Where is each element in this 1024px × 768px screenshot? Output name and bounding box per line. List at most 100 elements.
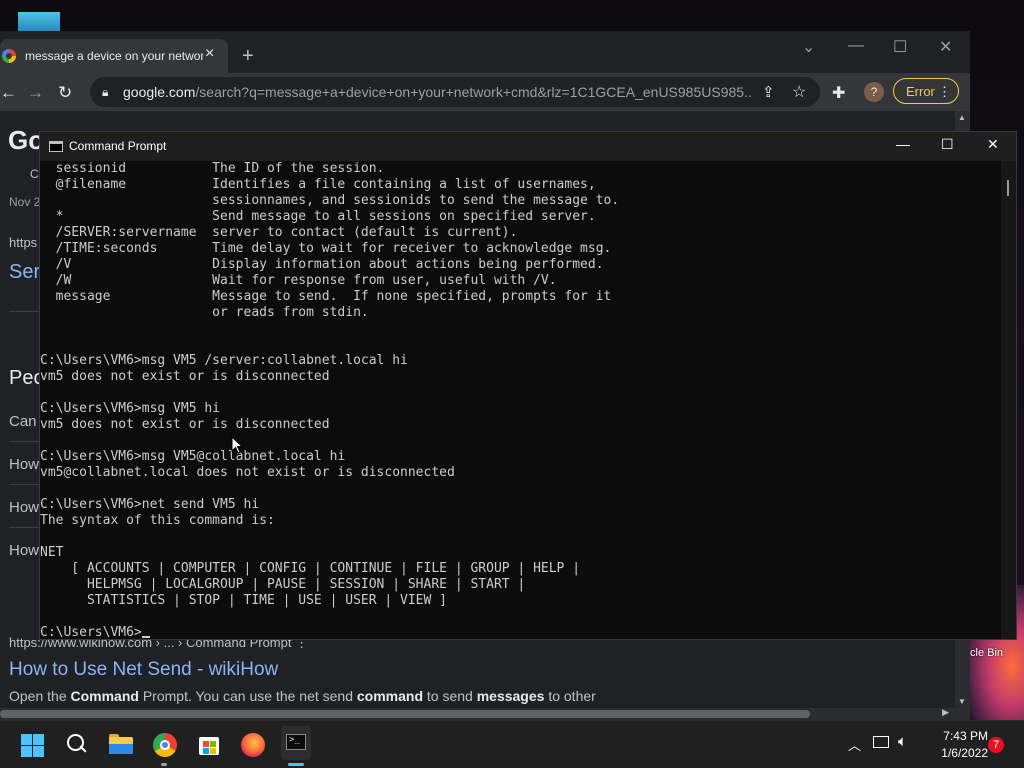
cmd-line: vm5@collabnet.local does not exist or is… [40,465,455,480]
question-item[interactable]: How [9,499,39,516]
cmd-line: @filename Identifies a file containing a… [40,177,596,192]
network-icon[interactable] [873,736,889,748]
question-item[interactable]: How [9,542,39,559]
cmd-console-output[interactable]: sessionid The ID of the session. @filena… [40,161,1002,639]
cmd-line [40,481,1002,497]
divider [9,527,39,528]
chrome-icon[interactable] [150,730,180,760]
result-title-fragment[interactable]: Ser [9,261,40,284]
cmd-line: HELPMSG | LOCALGROUP | PAUSE | SESSION |… [40,577,526,592]
mouse-pointer-icon [231,436,243,454]
cmd-minimize-button[interactable]: — [896,136,910,152]
share-icon[interactable]: ⇪ [762,83,775,101]
error-button[interactable]: Error ⋮ [893,78,959,104]
clock-date[interactable]: 1/6/2022 [928,746,988,760]
cmd-scrollbar-thumb[interactable] [1007,180,1009,196]
active-indicator [288,763,304,766]
cmd-line: /SERVER:servername server to contact (de… [40,225,518,240]
search-icon[interactable] [62,730,92,760]
close-button[interactable]: ✕ [939,37,952,57]
cmd-line: vm5 does not exist or is disconnected [40,369,330,384]
profile-avatar[interactable]: ? [864,82,884,102]
cmd-line: * Send message to all sessions on specif… [40,209,596,224]
divider [9,484,39,485]
cmd-line: /TIME:seconds Time delay to wait for rec… [40,241,612,256]
volume-icon[interactable]: 🔈︎ [898,733,907,750]
text-caret [141,636,150,638]
cmd-line [40,609,1002,625]
cmd-close-button[interactable]: ✕ [987,136,999,153]
result-fragment: C [30,167,39,181]
running-indicator [161,763,167,766]
bookmark-star-icon[interactable]: ☆ [792,82,806,102]
file-explorer-icon[interactable] [106,730,136,760]
cmd-line: or reads from stdin. [40,305,369,320]
cmd-scrollbar[interactable] [1001,161,1016,639]
divider [9,311,39,312]
command-prompt-taskbar-icon[interactable] [281,726,311,760]
cmd-line: [ ACCOUNTS | COMPUTER | CONFIG | CONTINU… [40,561,581,576]
cmd-line: The syntax of this command is: [40,513,275,528]
cmd-line: NET [40,545,64,560]
cmd-line: message Message to send. If none specifi… [40,289,612,304]
browser-toolbar: ← → ↻ 🔒︎ google.com/search?q=message+a+d… [0,73,970,111]
forward-arrow-icon[interactable]: → [27,83,44,103]
show-hidden-icons-chevron-icon[interactable]: ︿ [848,735,861,754]
cmd-app-icon [49,141,63,152]
cmd-titlebar[interactable]: Command Prompt — ☐ ✕ [40,132,1016,161]
tab-strip: message a device on your network × + ⌄ —… [0,31,970,73]
url-text[interactable]: google.com/search?q=message+a+device+on+… [123,84,753,100]
horizontal-scrollbar[interactable]: ▶ [0,707,955,720]
menu-dots-icon[interactable]: ⋮ [938,79,951,105]
browser-tab[interactable]: message a device on your network × [0,39,228,73]
cmd-line: C:\Users\VM6>net send VM5 hi [40,497,260,512]
tab-close-icon[interactable]: × [205,45,214,63]
back-arrow-icon[interactable]: ← [0,83,17,103]
microsoft-store-icon[interactable] [194,730,224,760]
cmd-line [40,529,1002,545]
question-item[interactable]: Can [9,413,37,430]
cmd-line: STATISTICS | STOP | TIME | USE | USER | … [40,593,447,608]
tab-search-icon[interactable]: ⌄ [802,37,815,57]
cmd-line: C:\Users\VM6>msg VM5 hi [40,401,221,416]
cmd-text: sessionid The ID of the session. @filena… [40,161,1002,639]
extensions-puzzle-icon[interactable]: ✚ [832,83,845,103]
scroll-down-arrow-icon[interactable]: ▼ [958,697,966,706]
result-date: Nov 2 [9,195,41,209]
lock-icon[interactable]: 🔒︎ [102,85,108,100]
scroll-up-arrow-icon[interactable]: ▲ [958,113,966,122]
cmd-maximize-button[interactable]: ☐ [941,136,954,153]
result-title-link[interactable]: How to Use Net Send - wikiHow [9,659,278,681]
cmd-line: C:\Users\VM6>msg VM5 /server:collabnet.l… [40,353,408,368]
cmd-line [40,321,1002,337]
question-item[interactable]: How [9,456,39,473]
cmd-line [40,337,1002,353]
taskbar: ︿ 🔈︎ 7:43 PM 1/6/2022 7 [0,720,1024,768]
result-snippet: Open the Command Prompt. You can use the… [9,688,596,704]
cmd-line: vm5 does not exist or is disconnected [40,417,330,432]
horizontal-scrollbar-thumb[interactable] [0,710,810,718]
result-url-fragment[interactable]: https [9,235,37,250]
recycle-bin-label[interactable]: cle Bin [970,647,1003,659]
address-bar[interactable]: 🔒︎ google.com/search?q=message+a+device+… [90,77,820,107]
firefox-icon[interactable] [238,730,268,760]
google-favicon-icon [2,49,16,63]
maximize-button[interactable]: ☐ [893,37,907,57]
command-prompt-window[interactable]: Command Prompt — ☐ ✕ sessionid The ID of… [39,131,1017,640]
notification-badge[interactable]: 7 [988,737,1004,753]
cmd-line: sessionid The ID of the session. [40,161,385,176]
reload-icon[interactable]: ↻ [58,83,72,103]
cmd-line: /W Wait for response from user, useful w… [40,273,557,288]
cmd-line: C:\Users\VM6> [40,625,1002,639]
clock-time[interactable]: 7:43 PM [928,729,988,743]
cmd-line: C:\Users\VM6>msg VM5@collabnet.local hi [40,449,346,464]
windows-start-icon[interactable] [19,730,49,760]
new-tab-button[interactable]: + [242,46,254,66]
cmd-line [40,385,1002,401]
error-label: Error [906,84,935,99]
cmd-line [40,433,1002,449]
tab-title: message a device on your network [25,49,203,63]
scroll-right-arrow-icon[interactable]: ▶ [942,707,949,718]
cmd-line: /V Display information about actions bei… [40,257,604,272]
minimize-button[interactable]: — [848,37,864,55]
